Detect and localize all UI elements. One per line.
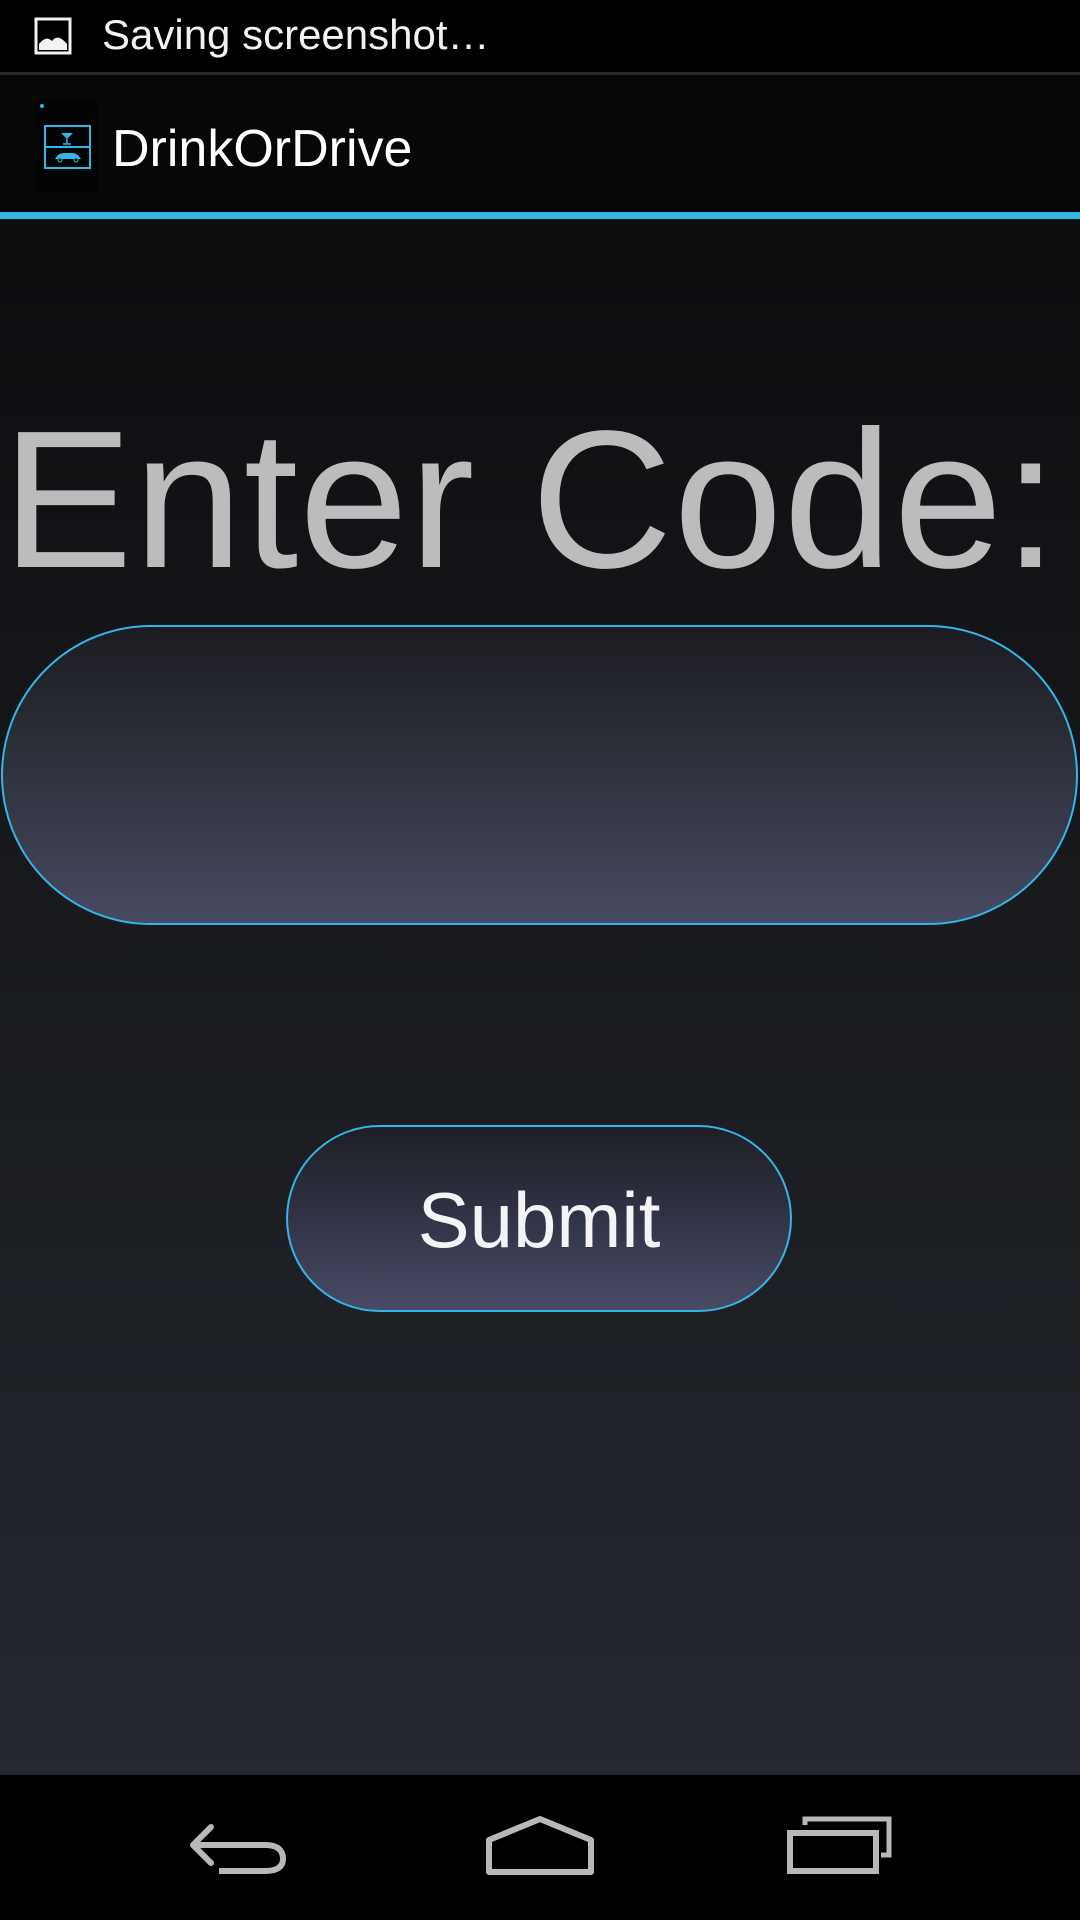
image-icon xyxy=(34,17,72,55)
status-notification-text: Saving screenshot… xyxy=(102,11,490,58)
navigation-bar xyxy=(0,1775,1080,1920)
back-button[interactable] xyxy=(140,1775,340,1920)
recent-apps-button[interactable] xyxy=(740,1775,940,1920)
recent-apps-icon xyxy=(785,1815,895,1880)
app-title: DrinkOrDrive xyxy=(112,120,413,178)
home-icon xyxy=(485,1815,595,1880)
back-icon xyxy=(185,1815,295,1880)
code-input[interactable] xyxy=(1,625,1078,925)
home-button[interactable] xyxy=(440,1775,640,1920)
submit-button[interactable]: Submit xyxy=(286,1125,792,1312)
status-bar: Saving screenshot… xyxy=(0,0,1080,75)
action-bar-divider xyxy=(0,212,1080,219)
drink-or-drive-app-icon[interactable] xyxy=(36,100,98,192)
enter-code-label: Enter Code: xyxy=(2,390,1059,609)
